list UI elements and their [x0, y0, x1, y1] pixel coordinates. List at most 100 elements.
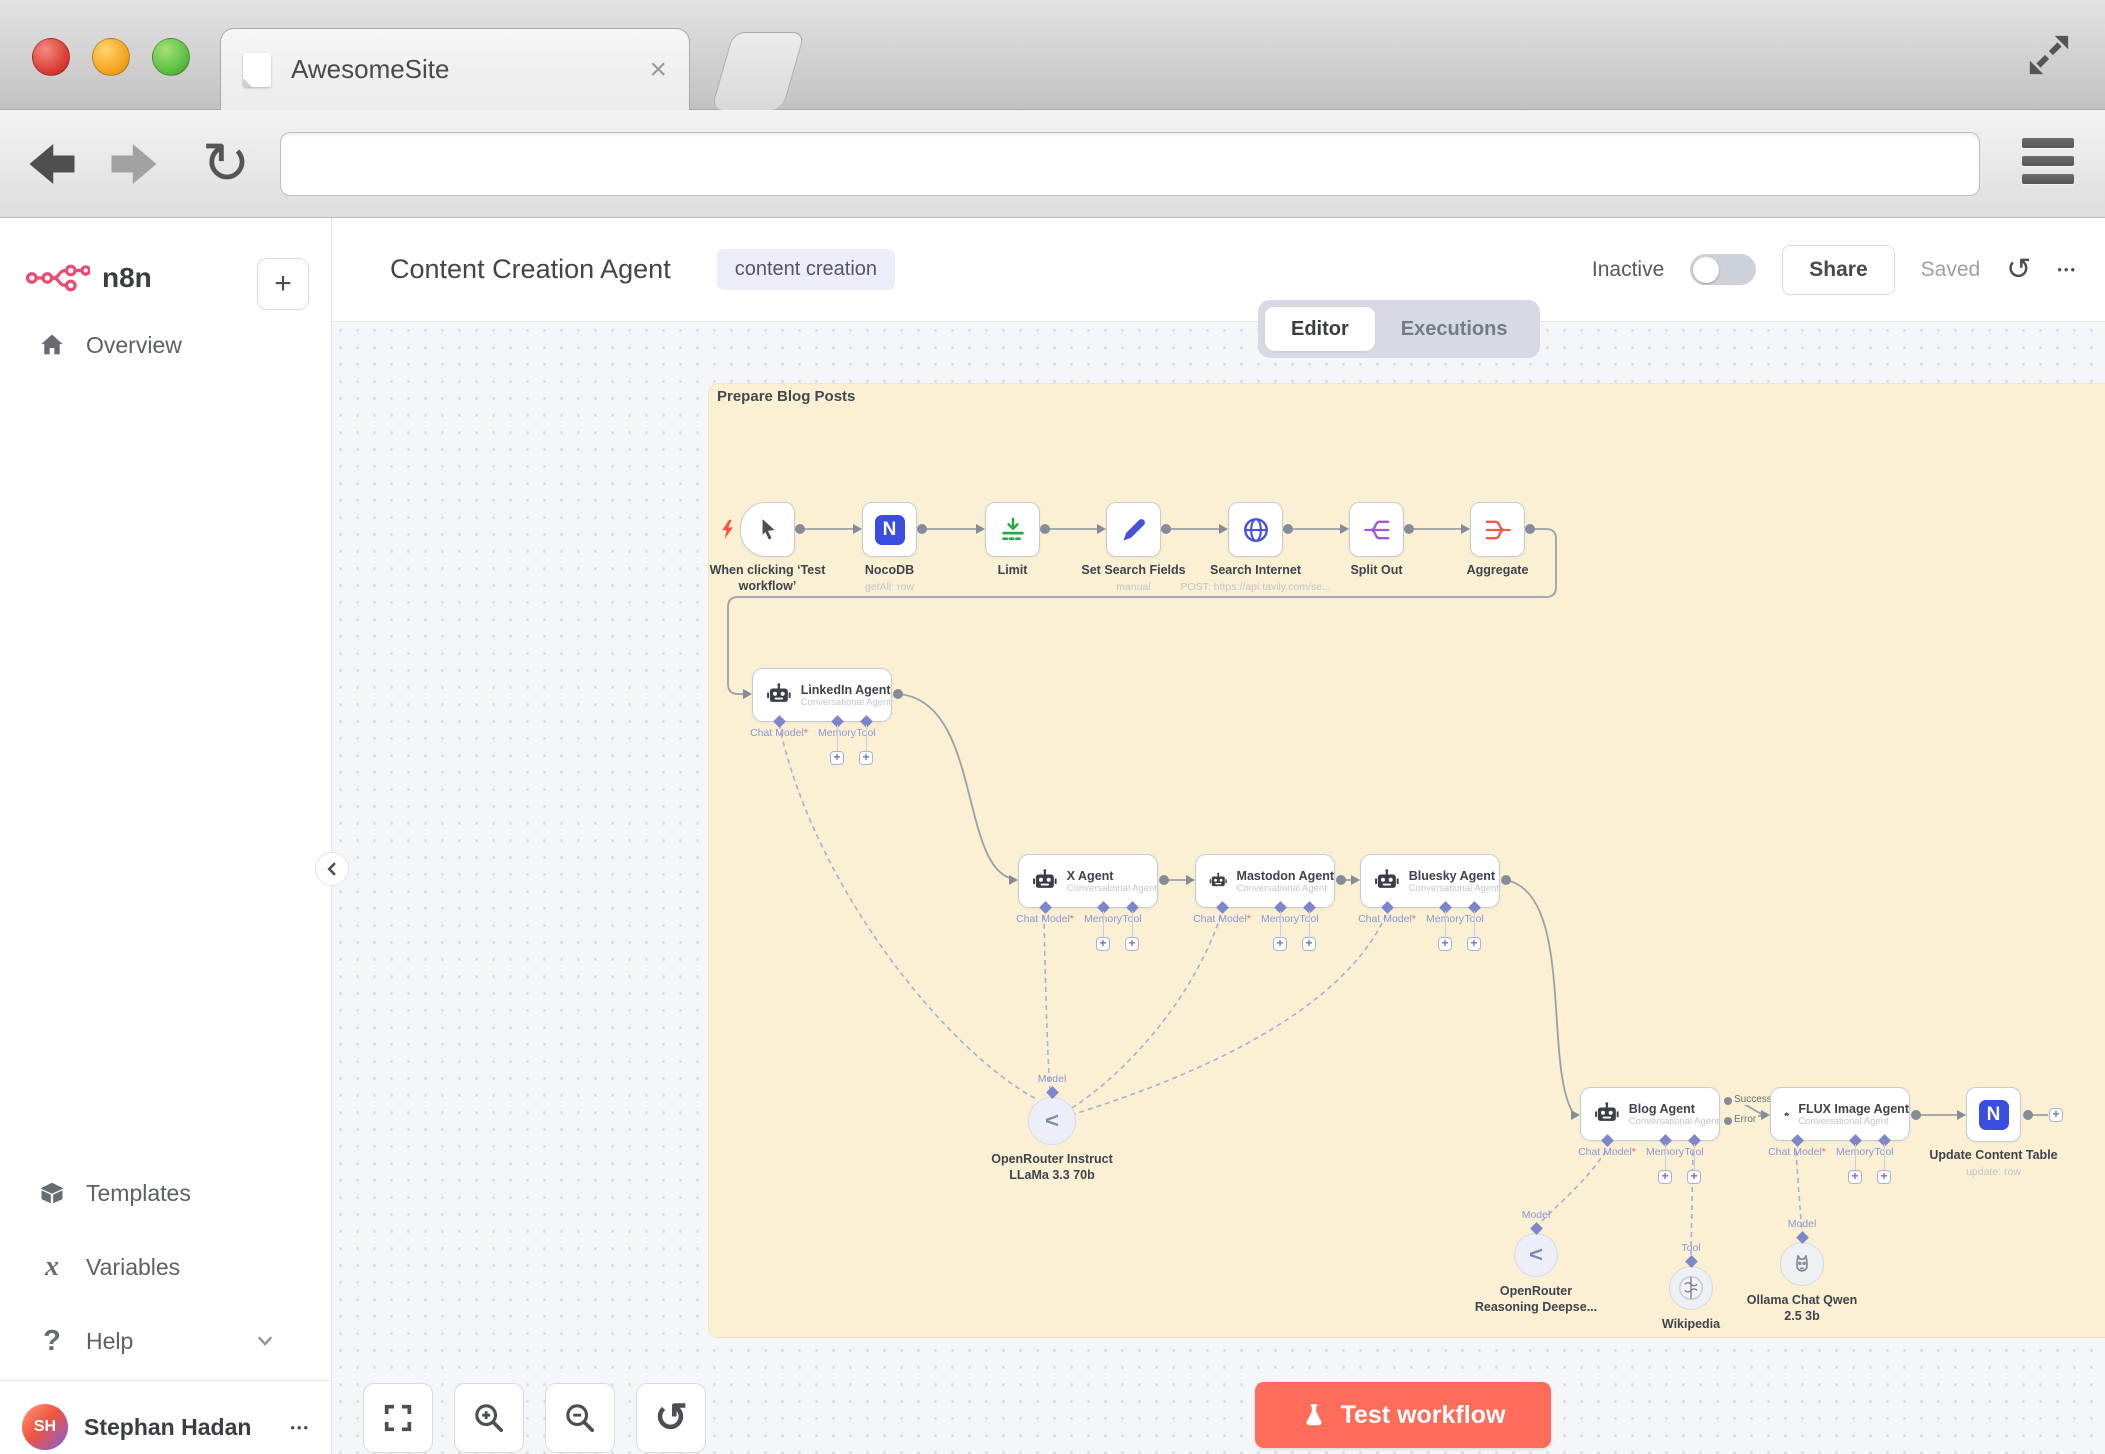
add-memory-button[interactable]: + — [1438, 937, 1452, 951]
node-aggregate[interactable]: Aggregate — [1470, 502, 1525, 557]
node-openrouter-reasoning[interactable]: < Model OpenRouter Reasoning Deepse... — [1514, 1233, 1558, 1277]
n8n-logo[interactable]: n8n — [26, 262, 152, 294]
output-success-label: Success — [1732, 1094, 1774, 1105]
robot-icon — [1594, 1101, 1620, 1128]
new-tab-button[interactable] — [711, 32, 805, 110]
workflow-title[interactable]: Content Creation Agent — [390, 254, 671, 285]
limit-icon — [998, 515, 1028, 545]
node-flux-image-agent[interactable]: FLUX Image Agent Conversational Agent Ch… — [1770, 1087, 1910, 1141]
sidebar: n8n + Overview Templates x Variables ? H… — [0, 218, 332, 1454]
view-tabs: Editor Executions — [1258, 300, 1540, 358]
tab-executions[interactable]: Executions — [1375, 307, 1534, 351]
add-workflow-button[interactable]: + — [257, 258, 309, 310]
close-window-button[interactable] — [32, 38, 70, 76]
robot-icon — [1032, 868, 1058, 895]
nocodb-icon: N — [875, 515, 905, 545]
back-button[interactable] — [22, 134, 82, 194]
llama-icon — [1787, 1249, 1817, 1279]
add-tool-button[interactable]: + — [1687, 1170, 1701, 1184]
add-tool-button[interactable]: + — [1125, 937, 1139, 951]
node-x-agent[interactable]: X Agent Conversational Agent Chat Model*… — [1018, 854, 1158, 908]
node-linkedin-agent[interactable]: LinkedIn Agent Conversational Agent Chat… — [752, 668, 892, 722]
robot-icon — [1374, 868, 1400, 895]
add-memory-button[interactable]: + — [1658, 1170, 1672, 1184]
robot-icon — [1209, 868, 1228, 895]
tab-close-icon[interactable]: × — [649, 55, 667, 85]
workflow-menu-dots-icon[interactable]: ••• — [2057, 262, 2077, 277]
node-blog-agent[interactable]: Blog Agent Conversational Agent Chat Mod… — [1580, 1087, 1720, 1141]
sidebar-item-label: Overview — [86, 332, 182, 359]
browser-tab[interactable]: AwesomeSite × — [220, 28, 690, 110]
output-error-label: Error — [1732, 1114, 1758, 1125]
user-name: Stephan Hadan — [84, 1414, 274, 1441]
node-nocodb[interactable]: N NocoDB getAll: row — [862, 502, 917, 557]
brand-name: n8n — [102, 262, 152, 294]
zoom-to-fit-button[interactable] — [363, 1383, 433, 1453]
add-memory-button[interactable]: + — [1848, 1170, 1862, 1184]
workflow-tag[interactable]: content creation — [717, 249, 895, 290]
add-node-button[interactable]: + — [2049, 1108, 2063, 1122]
zoom-out-icon — [563, 1401, 597, 1435]
node-mastodon-agent[interactable]: Mastodon Agent Conversational Agent Chat… — [1195, 854, 1335, 908]
history-icon[interactable]: ↺ — [2006, 255, 2031, 285]
reload-button[interactable]: ↻ — [196, 134, 256, 194]
avatar: SH — [22, 1404, 68, 1450]
nocodb-icon: N — [1979, 1100, 2009, 1130]
add-memory-button[interactable]: + — [830, 751, 844, 765]
node-ollama[interactable]: Model Ollama Chat Qwen 2.5 3b — [1780, 1242, 1824, 1286]
node-trigger[interactable]: When clicking ‘Test workflow’ — [740, 502, 795, 557]
sidebar-item-templates[interactable]: Templates — [0, 1170, 331, 1216]
node-set-search-fields[interactable]: Set Search Fields manual — [1106, 502, 1161, 557]
address-bar[interactable] — [280, 132, 1980, 196]
browser-titlebar: AwesomeSite × — [0, 0, 2105, 110]
add-memory-button[interactable]: + — [1273, 937, 1287, 951]
add-tool-button[interactable]: + — [1302, 937, 1316, 951]
add-tool-button[interactable]: + — [859, 751, 873, 765]
split-out-icon — [1363, 516, 1391, 544]
sidebar-divider — [0, 1380, 331, 1381]
help-icon: ? — [38, 1325, 66, 1358]
minimize-window-button[interactable] — [92, 38, 130, 76]
node-label: When clicking ‘Test workflow’ — [709, 563, 827, 594]
aggregate-icon — [1484, 516, 1512, 544]
wikipedia-globe-icon — [1676, 1273, 1706, 1303]
forward-button[interactable] — [104, 134, 164, 194]
node-limit[interactable]: Limit — [985, 502, 1040, 557]
node-openrouter-instruct[interactable]: < Model OpenRouter Instruct LLaMa 3.3 70… — [1028, 1097, 1076, 1145]
n8n-logo-icon — [26, 263, 90, 293]
node-split-out[interactable]: Split Out — [1349, 502, 1404, 557]
menu-icon[interactable] — [2022, 138, 2074, 192]
add-memory-button[interactable]: + — [1096, 937, 1110, 951]
test-workflow-button[interactable]: Test workflow — [1255, 1382, 1551, 1448]
node-bluesky-agent[interactable]: Bluesky Agent Conversational Agent Chat … — [1360, 854, 1500, 908]
saved-status: Saved — [1921, 258, 1981, 282]
sidebar-collapse-button[interactable] — [315, 852, 349, 886]
active-toggle[interactable] — [1690, 254, 1756, 285]
node-wikipedia[interactable]: Tool Wikipedia — [1669, 1266, 1713, 1310]
fullscreen-icon[interactable] — [2026, 32, 2072, 78]
add-tool-button[interactable]: + — [1877, 1170, 1891, 1184]
workflow-canvas[interactable]: Prepare Blog Posts — [332, 322, 2105, 1454]
sidebar-item-variables[interactable]: x Variables — [0, 1244, 331, 1290]
tab-editor[interactable]: Editor — [1265, 307, 1375, 351]
workflow-header: Content Creation Agent content creation … — [332, 218, 2105, 322]
sidebar-item-help[interactable]: ? Help — [0, 1318, 331, 1364]
user-row[interactable]: SH Stephan Hadan ••• — [22, 1404, 310, 1450]
chevron-left-icon — [323, 860, 341, 878]
openrouter-icon: < — [1045, 1108, 1059, 1133]
zoom-out-button[interactable] — [545, 1383, 615, 1453]
pencil-icon — [1120, 516, 1148, 544]
node-search-internet[interactable]: Search Internet POST: https://api.tavily… — [1228, 502, 1283, 557]
cursor-icon — [755, 517, 781, 543]
zoom-window-button[interactable] — [152, 38, 190, 76]
zoom-in-icon — [472, 1401, 506, 1435]
lightning-icon — [721, 519, 734, 540]
add-tool-button[interactable]: + — [1467, 937, 1481, 951]
sidebar-item-label: Variables — [86, 1254, 180, 1281]
share-button[interactable]: Share — [1782, 245, 1894, 295]
node-update-content-table[interactable]: N Update Content Table update: row — [1966, 1087, 2021, 1142]
sidebar-item-overview[interactable]: Overview — [0, 322, 331, 368]
zoom-in-button[interactable] — [454, 1383, 524, 1453]
reset-zoom-button[interactable]: ↺ — [636, 1383, 706, 1453]
user-menu-dots-icon[interactable]: ••• — [290, 1420, 310, 1435]
